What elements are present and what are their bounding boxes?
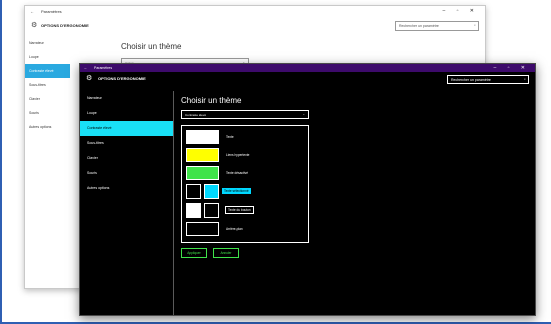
- sidebar-item-narrator[interactable]: Narrateur: [80, 91, 173, 106]
- sidebar-item-other-options[interactable]: Autres options: [25, 120, 70, 134]
- theme-dropdown[interactable]: Contraste élevé ⌄: [181, 110, 309, 119]
- search-placeholder: Rechercher un paramètre: [399, 24, 439, 28]
- cancel-button[interactable]: Annuler: [213, 248, 239, 258]
- back-arrow-icon[interactable]: ←: [84, 66, 88, 70]
- sidebar-item-captions[interactable]: Sous-titres: [25, 78, 70, 92]
- section-title: Choisir un thème: [181, 96, 242, 105]
- disabled-text-color-label: Texte désactivé: [226, 171, 248, 175]
- search-input[interactable]: Rechercher un paramètre ⌕: [447, 75, 529, 84]
- color-palette: Texte Liens hypertexte Texte désactivé T…: [181, 125, 309, 243]
- chevron-down-icon: ⌄: [302, 112, 305, 116]
- button-text-label: Texte du bouton: [225, 206, 254, 214]
- page-title: OPTIONS D'ERGONOMIE: [98, 76, 146, 81]
- button-face-swatch[interactable]: [204, 203, 219, 218]
- sidebar-item-magnifier[interactable]: Loupe: [25, 50, 70, 64]
- background-color-label: Arrière-plan: [226, 227, 243, 231]
- hyperlink-color-swatch[interactable]: [186, 148, 219, 162]
- sidebar-item-keyboard[interactable]: Clavier: [25, 92, 70, 106]
- selected-text-label: Texte sélectionné: [222, 188, 251, 194]
- sidebar-item-keyboard[interactable]: Clavier: [80, 151, 173, 166]
- text-color-label: Texte: [226, 135, 234, 139]
- window-controls[interactable]: – ▫ ✕: [493, 65, 530, 71]
- sidebar-item-high-contrast[interactable]: Contraste élevé: [80, 121, 173, 136]
- search-input[interactable]: Rechercher un paramètre ⌕: [395, 21, 479, 31]
- disabled-text-color-swatch[interactable]: [186, 166, 219, 180]
- app-name: Paramètres: [41, 9, 62, 14]
- text-color-swatch[interactable]: [186, 130, 219, 144]
- sidebar-item-high-contrast[interactable]: Contraste élevé: [25, 64, 70, 78]
- title-bar: ← Paramètres – ▫ ✕: [25, 6, 485, 18]
- selected-text-highlight-swatch[interactable]: [204, 184, 219, 199]
- gear-icon: ⚙: [31, 22, 38, 29]
- hyperlink-color-label: Liens hypertexte: [226, 153, 250, 157]
- title-bar: ← Paramètres – ▫ ✕: [80, 64, 535, 72]
- sidebar: Narrateur Loupe Contraste élevé Sous-tit…: [25, 36, 70, 288]
- gear-icon: ⚙: [86, 75, 93, 82]
- window-controls[interactable]: – ▫ ✕: [442, 8, 479, 14]
- sidebar-item-magnifier[interactable]: Loupe: [80, 106, 173, 121]
- app-name: Paramètres: [94, 66, 113, 70]
- theme-dropdown-value: Contraste élevé: [185, 113, 207, 117]
- button-text-swatch[interactable]: [186, 203, 201, 218]
- search-icon[interactable]: ⌕: [524, 77, 526, 81]
- selected-text-background-swatch[interactable]: [186, 184, 201, 199]
- sidebar-item-mouse[interactable]: Souris: [80, 166, 173, 181]
- sidebar-item-narrator[interactable]: Narrateur: [25, 36, 70, 50]
- back-arrow-icon[interactable]: ←: [30, 9, 34, 14]
- search-placeholder: Rechercher un paramètre: [451, 77, 491, 82]
- sidebar-item-captions[interactable]: Sous-titres: [80, 136, 173, 151]
- section-title: Choisir un thème: [121, 42, 182, 51]
- settings-window-high-contrast: ← Paramètres – ▫ ✕ ⚙ OPTIONS D'ERGONOMIE…: [79, 63, 536, 316]
- apply-button[interactable]: Appliquer: [181, 248, 207, 258]
- page-title: OPTIONS D'ERGONOMIE: [41, 23, 89, 28]
- sidebar-item-mouse[interactable]: Souris: [25, 106, 70, 120]
- sidebar: Narrateur Loupe Contraste élevé Sous-tit…: [80, 91, 174, 315]
- background-color-swatch[interactable]: [186, 222, 219, 236]
- search-icon[interactable]: ⌕: [474, 23, 476, 27]
- frame-border-left: [0, 0, 2, 324]
- sidebar-item-other-options[interactable]: Autres options: [80, 181, 173, 196]
